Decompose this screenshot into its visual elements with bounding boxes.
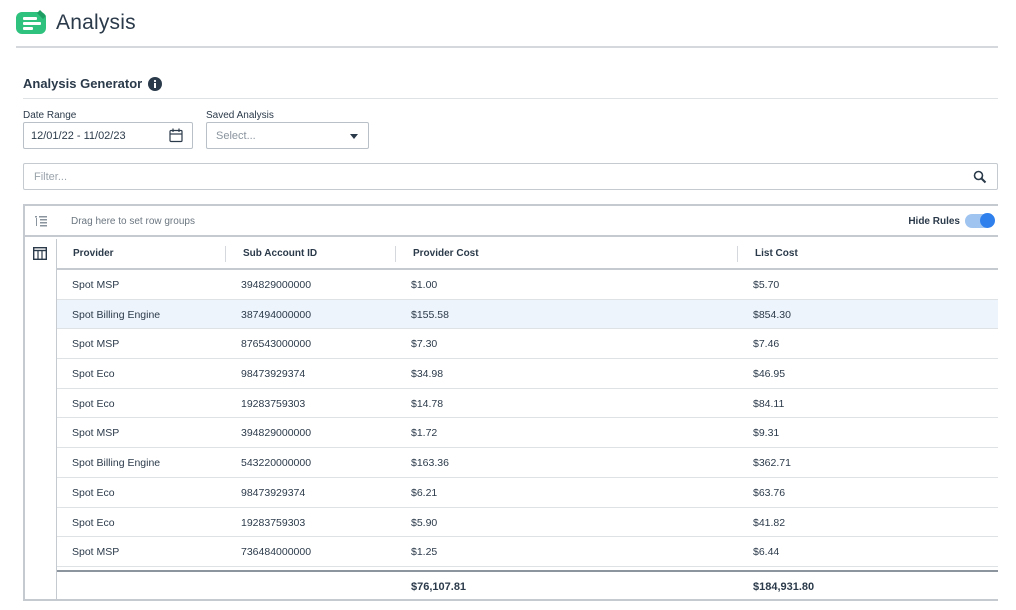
- table-row[interactable]: Spot Eco 19283759303 $14.78 $84.11: [57, 389, 998, 419]
- cell-list-cost: $84.11: [753, 397, 785, 410]
- cell-sub-account-id: 387494000000: [241, 308, 312, 321]
- row-group-hint: Drag here to set row groups: [71, 216, 195, 227]
- saved-analysis-placeholder: Select...: [216, 129, 256, 142]
- saved-analysis-select[interactable]: Select...: [206, 122, 369, 149]
- total-list-cost: $184,931.80: [753, 581, 815, 593]
- cell-list-cost: $41.82: [753, 516, 786, 529]
- analysis-grid: Drag here to set row groups Hide Rules P…: [23, 204, 998, 601]
- cell-provider-cost: $1.00: [411, 279, 438, 291]
- cell-provider: Spot MSP: [72, 279, 120, 291]
- row-group-panel[interactable]: Drag here to set row groups Hide Rules: [25, 206, 998, 237]
- analysis-logo-icon: [16, 10, 46, 34]
- toggle-knob: [980, 213, 995, 228]
- cell-provider-cost: $5.90: [411, 516, 438, 529]
- cell-provider: Spot MSP: [72, 546, 120, 559]
- hide-rules-label: Hide Rules: [908, 216, 960, 227]
- cell-provider: Spot MSP: [72, 338, 120, 351]
- section-divider: [23, 98, 998, 99]
- grid-totals-row: $76,107.81 $184,931.80: [57, 570, 998, 601]
- table-row[interactable]: Spot MSP 394829000000 $1.00 $5.70: [57, 270, 998, 300]
- date-range-input[interactable]: 12/01/22 - 11/02/23: [23, 122, 193, 149]
- cell-sub-account-id: 876543000000: [241, 338, 312, 351]
- cell-provider-cost: $6.21: [411, 486, 438, 499]
- column-header-provider-cost[interactable]: Provider Cost: [413, 248, 479, 259]
- cell-provider: Spot Eco: [72, 368, 115, 381]
- columns-icon[interactable]: [33, 247, 47, 260]
- filter-input[interactable]: Filter...: [23, 163, 998, 190]
- table-row[interactable]: Spot Eco 98473929374 $34.98 $46.95: [57, 359, 998, 389]
- cell-sub-account-id: 394829000000: [241, 427, 312, 440]
- cell-provider: Spot Eco: [72, 397, 115, 410]
- page-header: Analysis: [16, 8, 136, 38]
- table-row[interactable]: Spot MSP 876543000000 $7.30 $7.46: [57, 329, 998, 360]
- date-range-value: 12/01/22 - 11/02/23: [31, 129, 126, 142]
- cell-provider: Spot Billing Engine: [72, 308, 161, 321]
- table-row[interactable]: Spot Billing Engine 387494000000 $155.58 $8…: [57, 299, 998, 330]
- cell-list-cost: $46.95: [753, 368, 786, 381]
- table-row[interactable]: Spot MSP 736484000000 $1.25 $6.44: [57, 537, 998, 567]
- cell-sub-account-id: 394829000000: [241, 279, 312, 291]
- table-row[interactable]: Spot Eco 19283759303 $5.90 $41.82: [57, 508, 998, 538]
- cell-list-cost: $5.70: [753, 279, 780, 291]
- cell-provider-cost: $34.98: [411, 368, 444, 381]
- grid-header-row: Provider Sub Account ID Provider Cost Li…: [57, 239, 998, 270]
- cell-list-cost: $9.31: [753, 427, 780, 440]
- filter-placeholder: Filter...: [34, 170, 68, 183]
- column-header-list-cost[interactable]: List Cost: [755, 248, 798, 259]
- chevron-down-icon: [350, 134, 358, 139]
- column-separator[interactable]: [225, 246, 226, 262]
- table-row[interactable]: Spot MSP 394829000000 $1.72 $9.31: [57, 418, 998, 449]
- grid-body: Spot MSP 394829000000 $1.00 $5.70 Spot Billi…: [57, 270, 998, 567]
- cell-sub-account-id: 98473929374: [241, 486, 306, 499]
- column-separator[interactable]: [737, 246, 738, 262]
- cell-provider: Spot Eco: [72, 516, 115, 529]
- cell-sub-account-id: 19283759303: [241, 397, 306, 410]
- cell-sub-account-id: 19283759303: [241, 516, 306, 529]
- cell-list-cost: $854.30: [753, 308, 791, 321]
- cell-provider: Spot Billing Engine: [72, 457, 161, 470]
- column-separator[interactable]: [395, 246, 396, 262]
- cell-list-cost: $6.44: [753, 546, 780, 559]
- cell-provider: Spot MSP: [72, 427, 120, 440]
- cell-provider-cost: $1.72: [411, 427, 438, 440]
- total-provider-cost: $76,107.81: [411, 581, 467, 593]
- cell-sub-account-id: 543220000000: [241, 457, 312, 470]
- table-row[interactable]: Spot Billing Engine 543220000000 $163.36 $3…: [57, 448, 998, 478]
- section-title-text: Analysis Generator: [23, 76, 143, 91]
- hide-rules-toggle[interactable]: [965, 213, 995, 228]
- column-header-sub-account-id[interactable]: Sub Account ID: [243, 248, 317, 259]
- cell-list-cost: $63.76: [753, 486, 786, 499]
- info-icon[interactable]: [148, 76, 163, 91]
- table-row[interactable]: Spot Eco 98473929374 $6.21 $63.76: [57, 478, 998, 508]
- header-divider: [16, 46, 998, 48]
- column-header-provider[interactable]: Provider: [73, 248, 114, 259]
- calendar-icon[interactable]: [169, 128, 183, 143]
- grid-side-column: [25, 239, 57, 601]
- cell-provider-cost: $155.58: [411, 308, 449, 321]
- cell-provider: Spot Eco: [72, 486, 115, 499]
- cell-list-cost: $7.46: [753, 338, 780, 351]
- row-group-icon: [35, 216, 47, 227]
- cell-provider-cost: $1.25: [411, 546, 438, 559]
- page-title: Analysis: [56, 11, 136, 34]
- cell-sub-account-id: 736484000000: [241, 546, 312, 559]
- date-range-label: Date Range: [23, 110, 77, 121]
- cell-sub-account-id: 98473929374: [241, 368, 306, 381]
- search-icon[interactable]: [973, 170, 987, 184]
- cell-provider-cost: $7.30: [411, 338, 438, 351]
- saved-analysis-label: Saved Analysis: [206, 110, 274, 121]
- cell-provider-cost: $14.78: [411, 397, 444, 410]
- cell-list-cost: $362.71: [753, 457, 791, 470]
- cell-provider-cost: $163.36: [411, 457, 449, 470]
- section-title: Analysis Generator: [23, 76, 163, 91]
